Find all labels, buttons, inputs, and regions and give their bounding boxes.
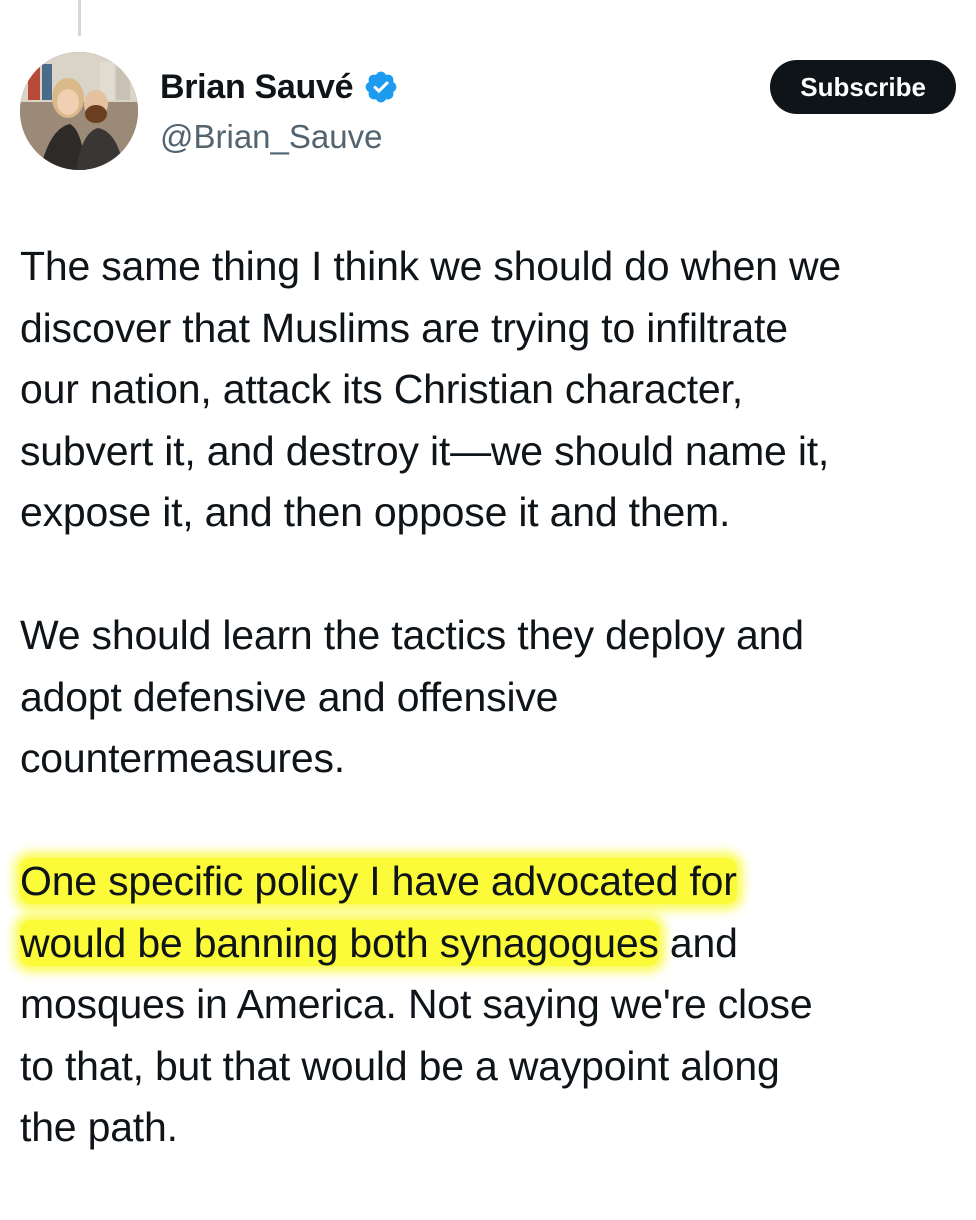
author-handle[interactable]: @Brian_Sauve [160,118,399,156]
tweet-paragraph-2: We should learn the tactics they deploy … [20,605,960,790]
subscribe-button[interactable]: Subscribe [770,60,956,114]
avatar-photo [20,52,138,170]
text-line: subvert it, and destroy it—we should nam… [20,427,830,474]
text-line: discover that Muslims are trying to infi… [20,304,788,351]
text-line: countermeasures. [20,735,345,781]
text-line: expose it, and then oppose it and them. [20,489,731,535]
text-line: adopt defensive and offensive [20,673,559,720]
text-line: our nation, attack its Christian charact… [20,366,743,412]
text-line: The same thing I think we should do when… [20,243,841,289]
text-line: the path. [20,1104,178,1150]
display-name[interactable]: Brian Sauvé [160,68,354,107]
avatar[interactable] [20,52,138,170]
text-line: to that, but that would be a waypoint al… [20,1042,780,1089]
text-line: We should learn the tactics they deploy … [20,612,804,658]
display-name-row: Brian Sauvé [160,62,399,112]
tweet-paragraph-3: One specific policy I have advocated for… [20,851,960,1159]
text-line: One specific policy I have advocated for [20,851,960,913]
tweet-text: The same thing I think we should do when… [20,236,960,1220]
text-fragment: and [658,919,738,966]
verified-badge-icon[interactable] [363,69,399,105]
tweet-header: Brian Sauvé @Brian_Sauve Subscribe [20,52,956,172]
text-line: mosques in America. Not saying we're clo… [20,981,813,1027]
thread-connector-line [78,0,81,36]
author-info: Brian Sauvé @Brian_Sauve [160,62,399,156]
text-line: would be banning both synagogues and [20,913,960,975]
tweet-paragraph-1: The same thing I think we should do when… [20,236,960,544]
highlighted-text: would be banning both synagogues [20,919,659,966]
highlighted-text: One specific policy I have advocated for [20,858,737,904]
